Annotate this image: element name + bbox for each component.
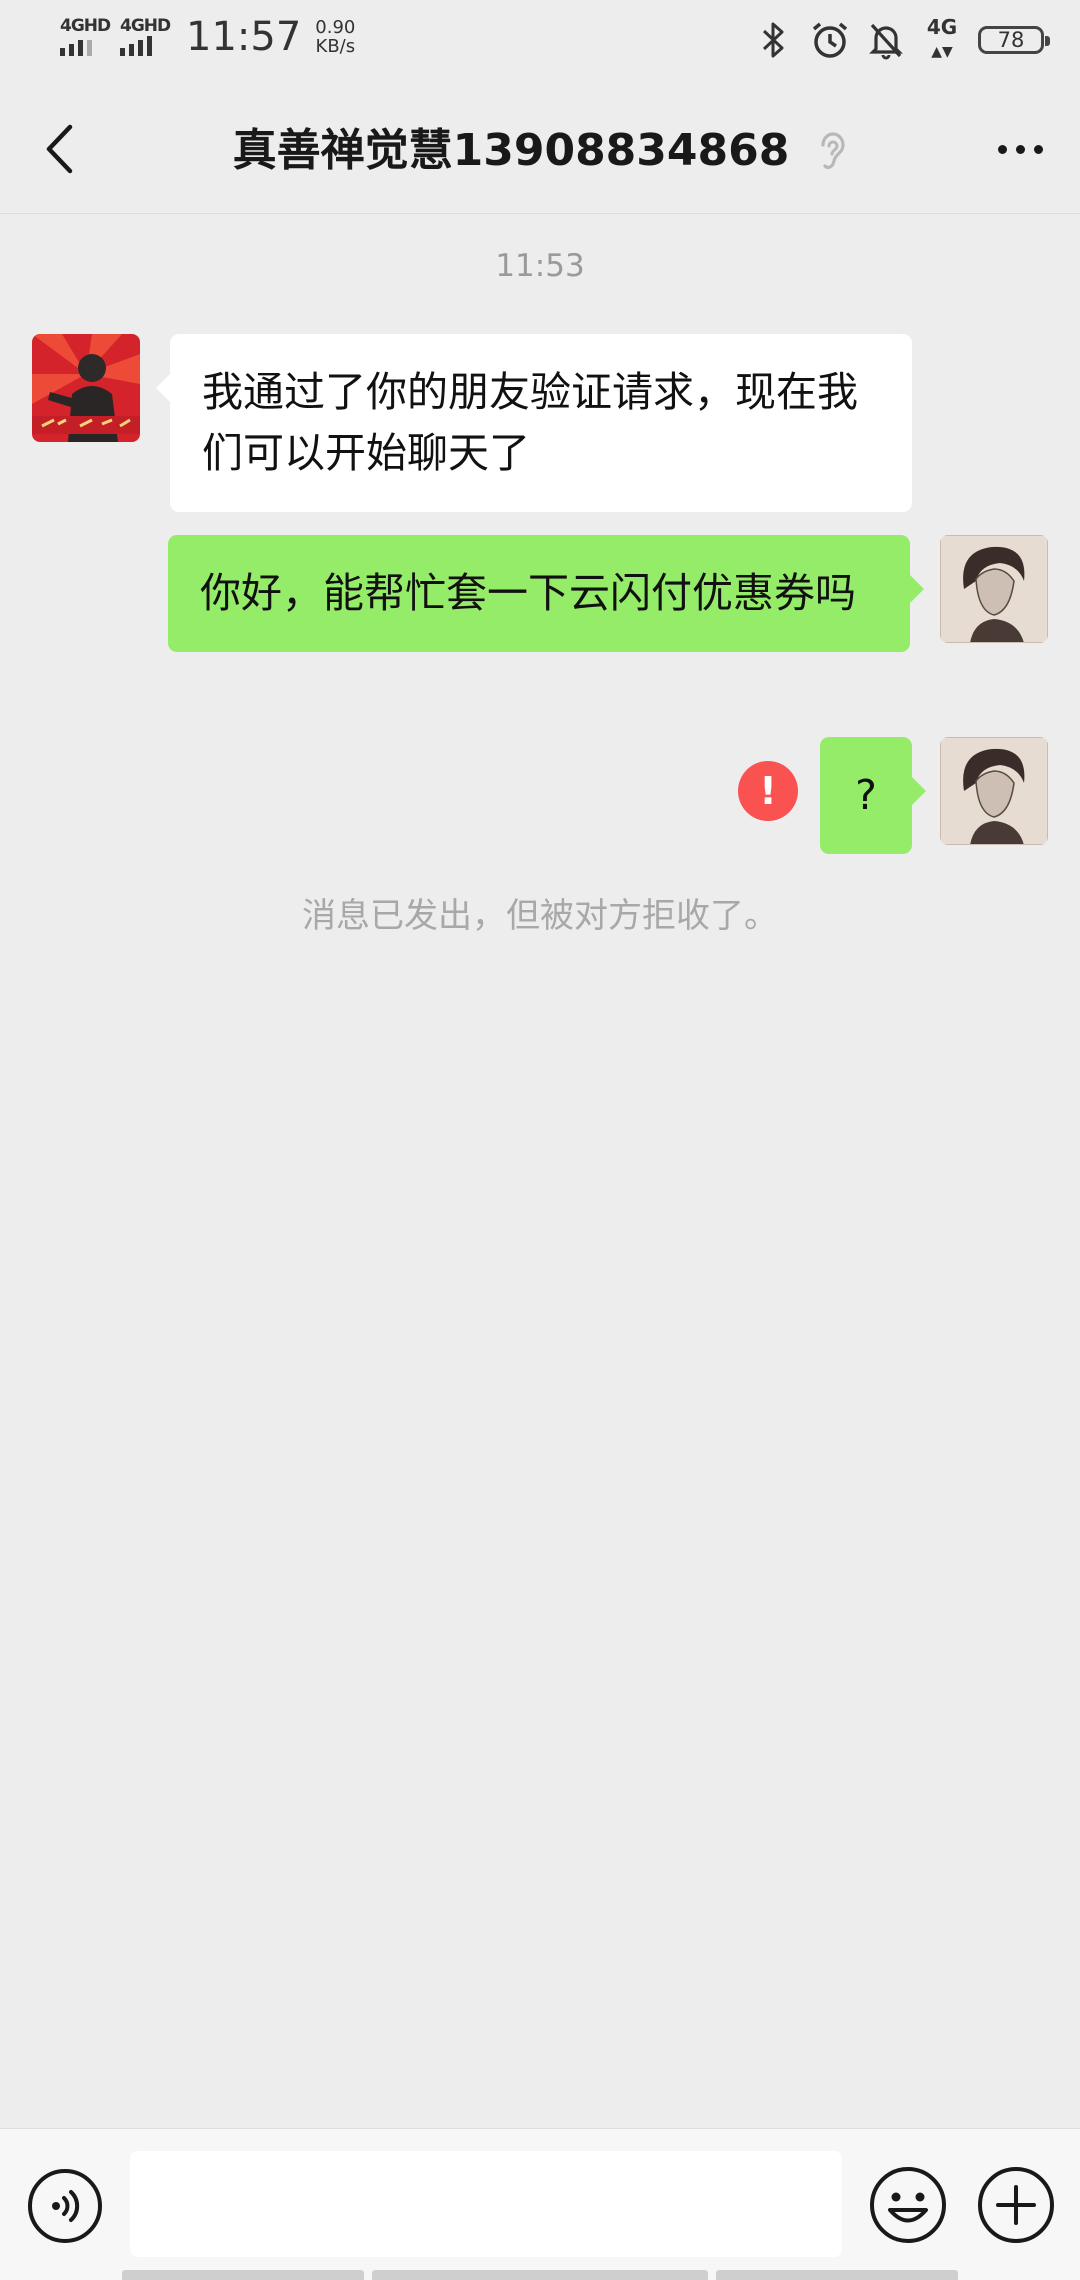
bubble-tail — [910, 575, 924, 603]
network-speed: 0.90 KB/s — [315, 18, 355, 56]
network-type: 4G ▲▼ — [926, 15, 958, 60]
nav-hint-bar — [122, 2270, 364, 2280]
emoji-icon — [870, 2167, 946, 2243]
emoji-button[interactable] — [868, 2165, 948, 2245]
signal-label: 4GHD — [120, 16, 171, 36]
battery-level: 78 — [997, 27, 1025, 52]
chat-title-bar: 真善禅觉慧13908834868 — [0, 122, 1080, 180]
more-dots-icon — [997, 144, 1007, 154]
send-failed-icon[interactable]: ! — [738, 761, 798, 821]
signal-strength-icon: 4GHD — [58, 14, 111, 60]
more-functions-button[interactable] — [976, 2165, 1056, 2245]
system-notice: 消息已发出，但被对方拒收了。 — [302, 896, 778, 936]
signal-label: 4GHD — [60, 16, 111, 36]
nav-hint-bar — [372, 2270, 708, 2280]
network-speed-unit: KB/s — [315, 36, 356, 57]
outgoing-message[interactable]: ? — [820, 737, 912, 854]
more-button[interactable] — [988, 118, 1052, 180]
chat-title: 真善禅觉慧13908834868 — [232, 125, 790, 176]
status-bar: 4GHD 4GHD 11:57 0.90 KB/s 4G ▲▼ 78 — [0, 0, 1080, 84]
chat-header: 真善禅觉慧13908834868 — [0, 84, 1080, 214]
plus-icon — [978, 2167, 1054, 2243]
message-input[interactable] — [130, 2151, 842, 2257]
mute-bell-icon — [866, 18, 906, 62]
nav-hint-bar — [716, 2270, 958, 2280]
chat-timestamp: 11:53 — [495, 248, 585, 284]
input-bar — [0, 2128, 1080, 2280]
voice-button[interactable] — [26, 2167, 104, 2245]
error-icon-text: ! — [759, 769, 777, 813]
ear-icon[interactable] — [817, 129, 847, 173]
incoming-message[interactable]: 我通过了你的朋友验证请求，现在我们可以开始聊天了 — [170, 334, 912, 512]
contact-avatar[interactable] — [32, 334, 140, 442]
bubble-tail — [156, 374, 170, 402]
my-avatar[interactable] — [940, 737, 1048, 845]
network-speed-value: 0.90 — [315, 17, 356, 38]
bluetooth-icon — [754, 18, 794, 62]
my-avatar[interactable] — [940, 535, 1048, 643]
voice-icon — [28, 2169, 102, 2243]
battery-icon: 78 — [978, 25, 1050, 54]
alarm-icon — [810, 18, 850, 62]
bubble-tail — [912, 777, 926, 805]
signal-strength-icon: 4GHD — [118, 14, 171, 60]
outgoing-message[interactable]: 你好，能帮忙套一下云闪付优惠券吗 — [168, 535, 910, 652]
status-time: 11:57 — [186, 14, 302, 60]
